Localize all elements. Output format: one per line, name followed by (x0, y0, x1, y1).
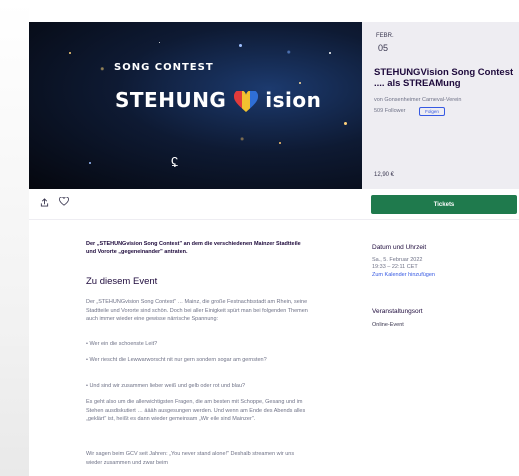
heart-icon[interactable] (59, 196, 69, 209)
follow-button[interactable]: Folgen (419, 107, 445, 116)
date-line: Sa., 5. Februar 2022 (372, 257, 423, 263)
about-heading: Zu diesem Event (86, 276, 158, 287)
event-summary: Der „STEHUNGvision Song Contest" an dem … (86, 241, 301, 255)
description-bullet: • Wer riescht die Lewwarworscht nit nur … (86, 357, 267, 363)
location-value: Online-Event (372, 322, 404, 328)
event-title: STEHUNGVision Song Contest .... als STRE… (374, 67, 514, 89)
event-page: STEHUNG ision SONG CONTEST ʢ FEBR. 05 ST… (0, 0, 519, 476)
event-hero-image: STEHUNG ision SONG CONTEST ʢ (29, 22, 362, 189)
page-backdrop (0, 0, 29, 346)
date-heading: Datum und Uhrzeit (372, 244, 427, 251)
event-date-day: 05 (378, 43, 389, 53)
add-to-calendar-link[interactable]: Zum Kalender hinzufügen (372, 272, 435, 278)
event-date-month: FEBR. (376, 33, 394, 39)
time-line: 19:33 – 22:11 CET (372, 264, 418, 270)
heart-flag-icon (233, 90, 258, 112)
hero-logo-right: ision (265, 88, 322, 112)
description-paragraph: Wir sagen beim GCV seit Jahren: „You nev… (86, 451, 295, 466)
description-paragraph: Es geht also um die allerwichtigsten Fra… (86, 399, 306, 422)
follower-count: 509 Follower (374, 108, 406, 114)
share-icon[interactable] (40, 198, 49, 209)
hero-logo-sub: SONG CONTEST (114, 62, 214, 73)
description-bullet: • Und sind wir zusammen lieber weiß und … (86, 383, 246, 389)
description-paragraph: Der „STEHUNGvision Song Contest" … Mainz… (86, 299, 308, 322)
tickets-button[interactable]: Tickets (371, 195, 517, 214)
event-price: 12,90 € (374, 172, 395, 178)
hero-logo-left: STEHUNG (115, 88, 227, 112)
hero-logo-mark: ʢ (171, 154, 178, 170)
location-heading: Veranstaltungsort (372, 308, 423, 315)
hero-logo: STEHUNG ision (115, 88, 321, 128)
organizer-link[interactable]: von Gonsenheimer Carneval-Verein (374, 97, 461, 103)
description-bullet: • Wer ein die schoenste Leit? (86, 341, 158, 347)
